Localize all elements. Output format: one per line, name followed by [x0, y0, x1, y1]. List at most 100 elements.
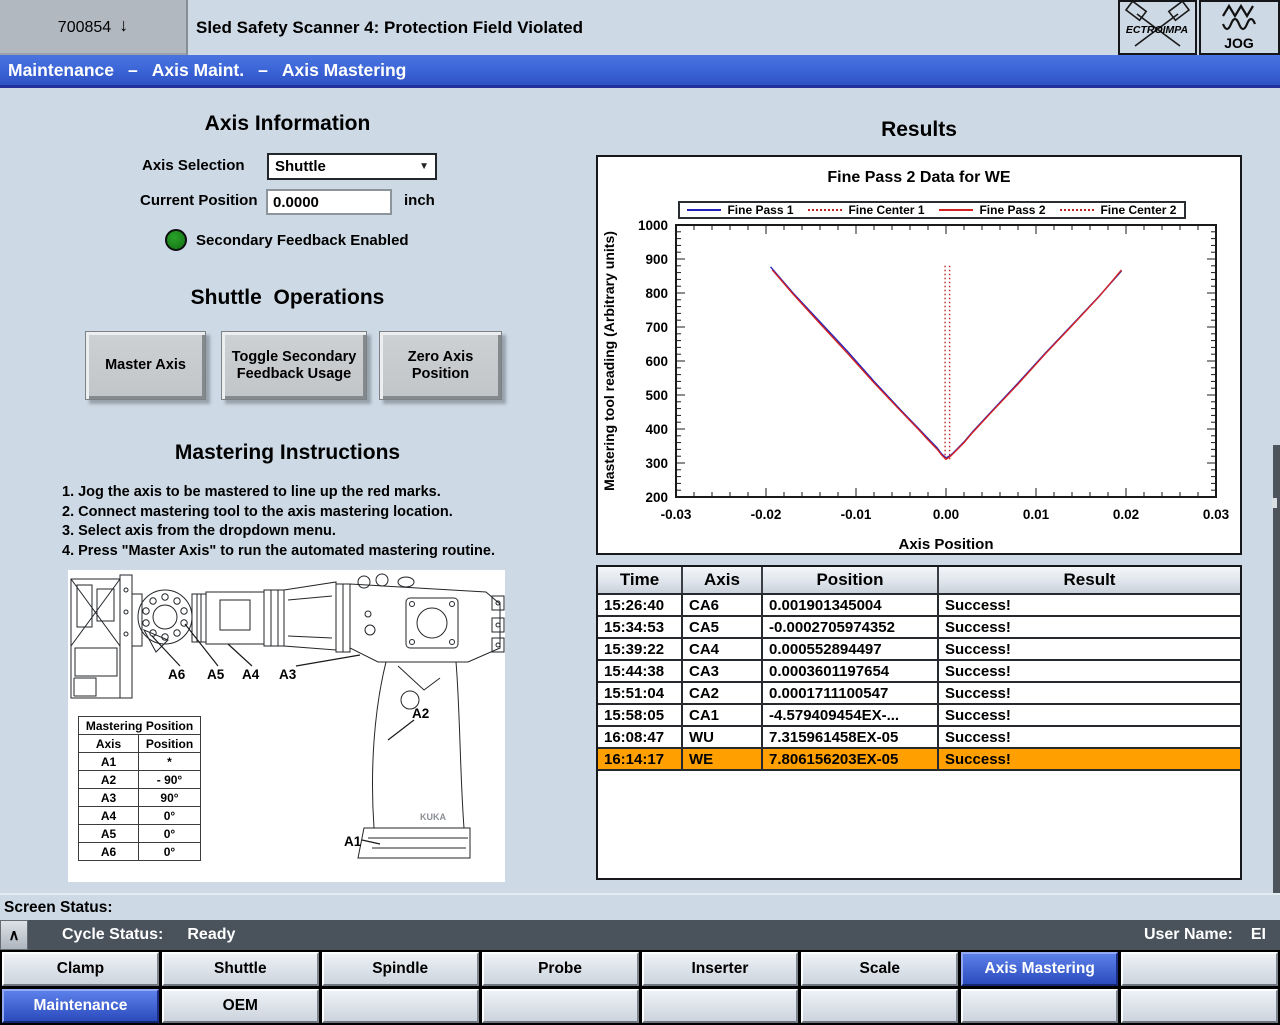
master-axis-button[interactable]: Master Axis [85, 331, 206, 400]
result-cell: WU [682, 726, 762, 748]
axis-label-a1: A1 [344, 834, 362, 849]
legend-label: Fine Pass 1 [727, 203, 793, 217]
nav-empty-slot [961, 989, 1118, 1023]
nav-probe-button[interactable]: Probe [482, 952, 639, 986]
result-row[interactable]: 16:08:47WU7.315961458EX-05Success! [598, 726, 1240, 748]
mp-axis-header: Axis [79, 735, 139, 753]
results-title: Results [596, 118, 1242, 142]
nav-spindle-button[interactable]: Spindle [322, 952, 479, 986]
axis-label-a4: A4 [242, 667, 260, 682]
axis-label-a6: A6 [168, 667, 186, 682]
nav-inserter-button[interactable]: Inserter [642, 952, 799, 986]
result-cell: 15:34:53 [598, 616, 682, 638]
jog-waveform-icon [1223, 6, 1255, 29]
instructions-list: 1. Jog the axis to be mastered to line u… [62, 483, 517, 561]
mp-row: A390° [79, 789, 201, 807]
robot-diagram: KUKA A6 A5 A4 A3 A2 A1 Masterin [68, 570, 505, 882]
result-cell: CA6 [682, 594, 762, 616]
mp-row: A1* [79, 753, 201, 771]
position-unit-label: inch [404, 192, 435, 209]
electroimpact-tools-button[interactable]: ECTROIMPA [1118, 0, 1197, 55]
zero-axis-position-button[interactable]: Zero Axis Position [379, 331, 502, 400]
result-cell: 16:08:47 [598, 726, 682, 748]
breadcrumb-axis-mastering: Axis Mastering [282, 60, 406, 81]
collapse-button[interactable]: ∧ [0, 920, 28, 950]
result-cell: 0.000552894497 [762, 638, 938, 660]
result-cell: CA3 [682, 660, 762, 682]
nav-clamp-button[interactable]: Clamp [2, 952, 159, 986]
result-row[interactable]: 15:51:04CA20.0001711100547Success! [598, 682, 1240, 704]
results-table-body: 15:26:40CA60.001901345004Success!15:34:5… [598, 594, 1240, 770]
instruction-step: 4. Press "Master Axis" to run the automa… [62, 542, 517, 562]
y-tick-label: 500 [645, 388, 668, 403]
alarm-message: Sled Safety Scanner 4: Protection Field … [196, 0, 583, 55]
result-cell: 15:39:22 [598, 638, 682, 660]
nav-scale-button[interactable]: Scale [801, 952, 958, 986]
mp-axis-cell: A3 [79, 789, 139, 807]
mp-position-cell: 0° [139, 825, 201, 843]
x-tick-label: -0.03 [661, 507, 692, 522]
result-row[interactable]: 15:58:05CA1-4.579409454EX-...Success! [598, 704, 1240, 726]
nav-empty-slot [801, 989, 958, 1023]
legend-line-sample [687, 209, 721, 211]
axis-label-a5: A5 [207, 667, 225, 682]
result-cell: Success! [938, 682, 1240, 704]
nav-empty-slot [1121, 989, 1278, 1023]
mp-axis-cell: A2 [79, 771, 139, 789]
cycle-status-value: Ready [187, 926, 235, 944]
current-position-field[interactable]: 0.0000 [266, 189, 392, 215]
axis-selection-dropdown[interactable]: Shuttle ▼ [267, 153, 437, 180]
result-row[interactable]: 16:14:17WE7.806156203EX-05Success! [598, 748, 1240, 770]
result-cell: CA4 [682, 638, 762, 660]
instruction-step: 3. Select axis from the dropdown menu. [62, 522, 517, 542]
robot-brand-logo: KUKA [420, 812, 446, 822]
result-cell: 0.0001711100547 [762, 682, 938, 704]
alarm-number-box: 700854 ↓ [0, 0, 188, 55]
legend-item: Fine Pass 1 [687, 203, 793, 217]
bottom-nav: ClampShuttleSpindleProbeInserterScaleAxi… [0, 950, 1280, 1025]
legend-line-sample [939, 209, 973, 211]
breadcrumb: Maintenance – Axis Maint. – Axis Masteri… [0, 55, 1280, 88]
result-cell: CA1 [682, 704, 762, 726]
result-row[interactable]: 15:26:40CA60.001901345004Success! [598, 594, 1240, 616]
results-col-header: Time [598, 567, 682, 594]
legend-item: Fine Pass 2 [939, 203, 1045, 217]
result-cell: -0.0002705974352 [762, 616, 938, 638]
y-tick-label: 800 [645, 286, 668, 301]
axis-label-a3: A3 [279, 667, 297, 682]
axis-selection-label: Axis Selection [142, 157, 245, 174]
x-tick-label: -0.01 [841, 507, 872, 522]
nav-axis-mastering-button[interactable]: Axis Mastering [961, 952, 1118, 986]
toggle-secondary-feedback-button[interactable]: Toggle Secondary Feedback Usage [221, 331, 367, 400]
operations-title: Shuttle Operations [100, 286, 475, 310]
result-cell: Success! [938, 704, 1240, 726]
mp-position-cell: - 90° [139, 771, 201, 789]
nav-maintenance-button[interactable]: Maintenance [2, 989, 159, 1023]
result-cell: 15:58:05 [598, 704, 682, 726]
nav-shuttle-button[interactable]: Shuttle [162, 952, 319, 986]
screen-status-label: Screen Status: [4, 899, 113, 917]
mastering-position-table: Mastering Position Axis Position A1*A2- … [78, 716, 201, 861]
nav-oem-button[interactable]: OEM [162, 989, 319, 1023]
result-row[interactable]: 15:34:53CA5-0.0002705974352Success! [598, 616, 1240, 638]
scrollbar-thumb[interactable] [1272, 498, 1277, 508]
result-row[interactable]: 15:44:38CA30.0003601197654Success! [598, 660, 1240, 682]
y-tick-label: 300 [645, 456, 668, 471]
results-table-panel: TimeAxisPositionResult 15:26:40CA60.0019… [596, 565, 1242, 880]
results-table: TimeAxisPositionResult 15:26:40CA60.0019… [598, 567, 1240, 771]
x-tick-label: 0.00 [933, 507, 959, 522]
result-row[interactable]: 15:39:22CA40.000552894497Success! [598, 638, 1240, 660]
vertical-scrollbar[interactable] [1273, 445, 1280, 907]
electroimpact-logo-text: ECTROIMPA [1126, 24, 1188, 36]
jog-label: JOG [1224, 35, 1254, 51]
jog-mode-button[interactable]: JOG [1199, 0, 1280, 55]
alarm-number: 700854 [58, 19, 111, 37]
mp-axis-cell: A6 [79, 843, 139, 861]
legend-item: Fine Center 2 [1060, 203, 1176, 217]
y-tick-label: 400 [645, 422, 668, 437]
secondary-feedback-led-icon [165, 229, 187, 251]
mp-position-cell: 0° [139, 843, 201, 861]
result-cell: 16:14:17 [598, 748, 682, 770]
alarm-dropdown-arrow-icon[interactable]: ↓ [119, 15, 128, 36]
nav-empty-slot [322, 989, 479, 1023]
